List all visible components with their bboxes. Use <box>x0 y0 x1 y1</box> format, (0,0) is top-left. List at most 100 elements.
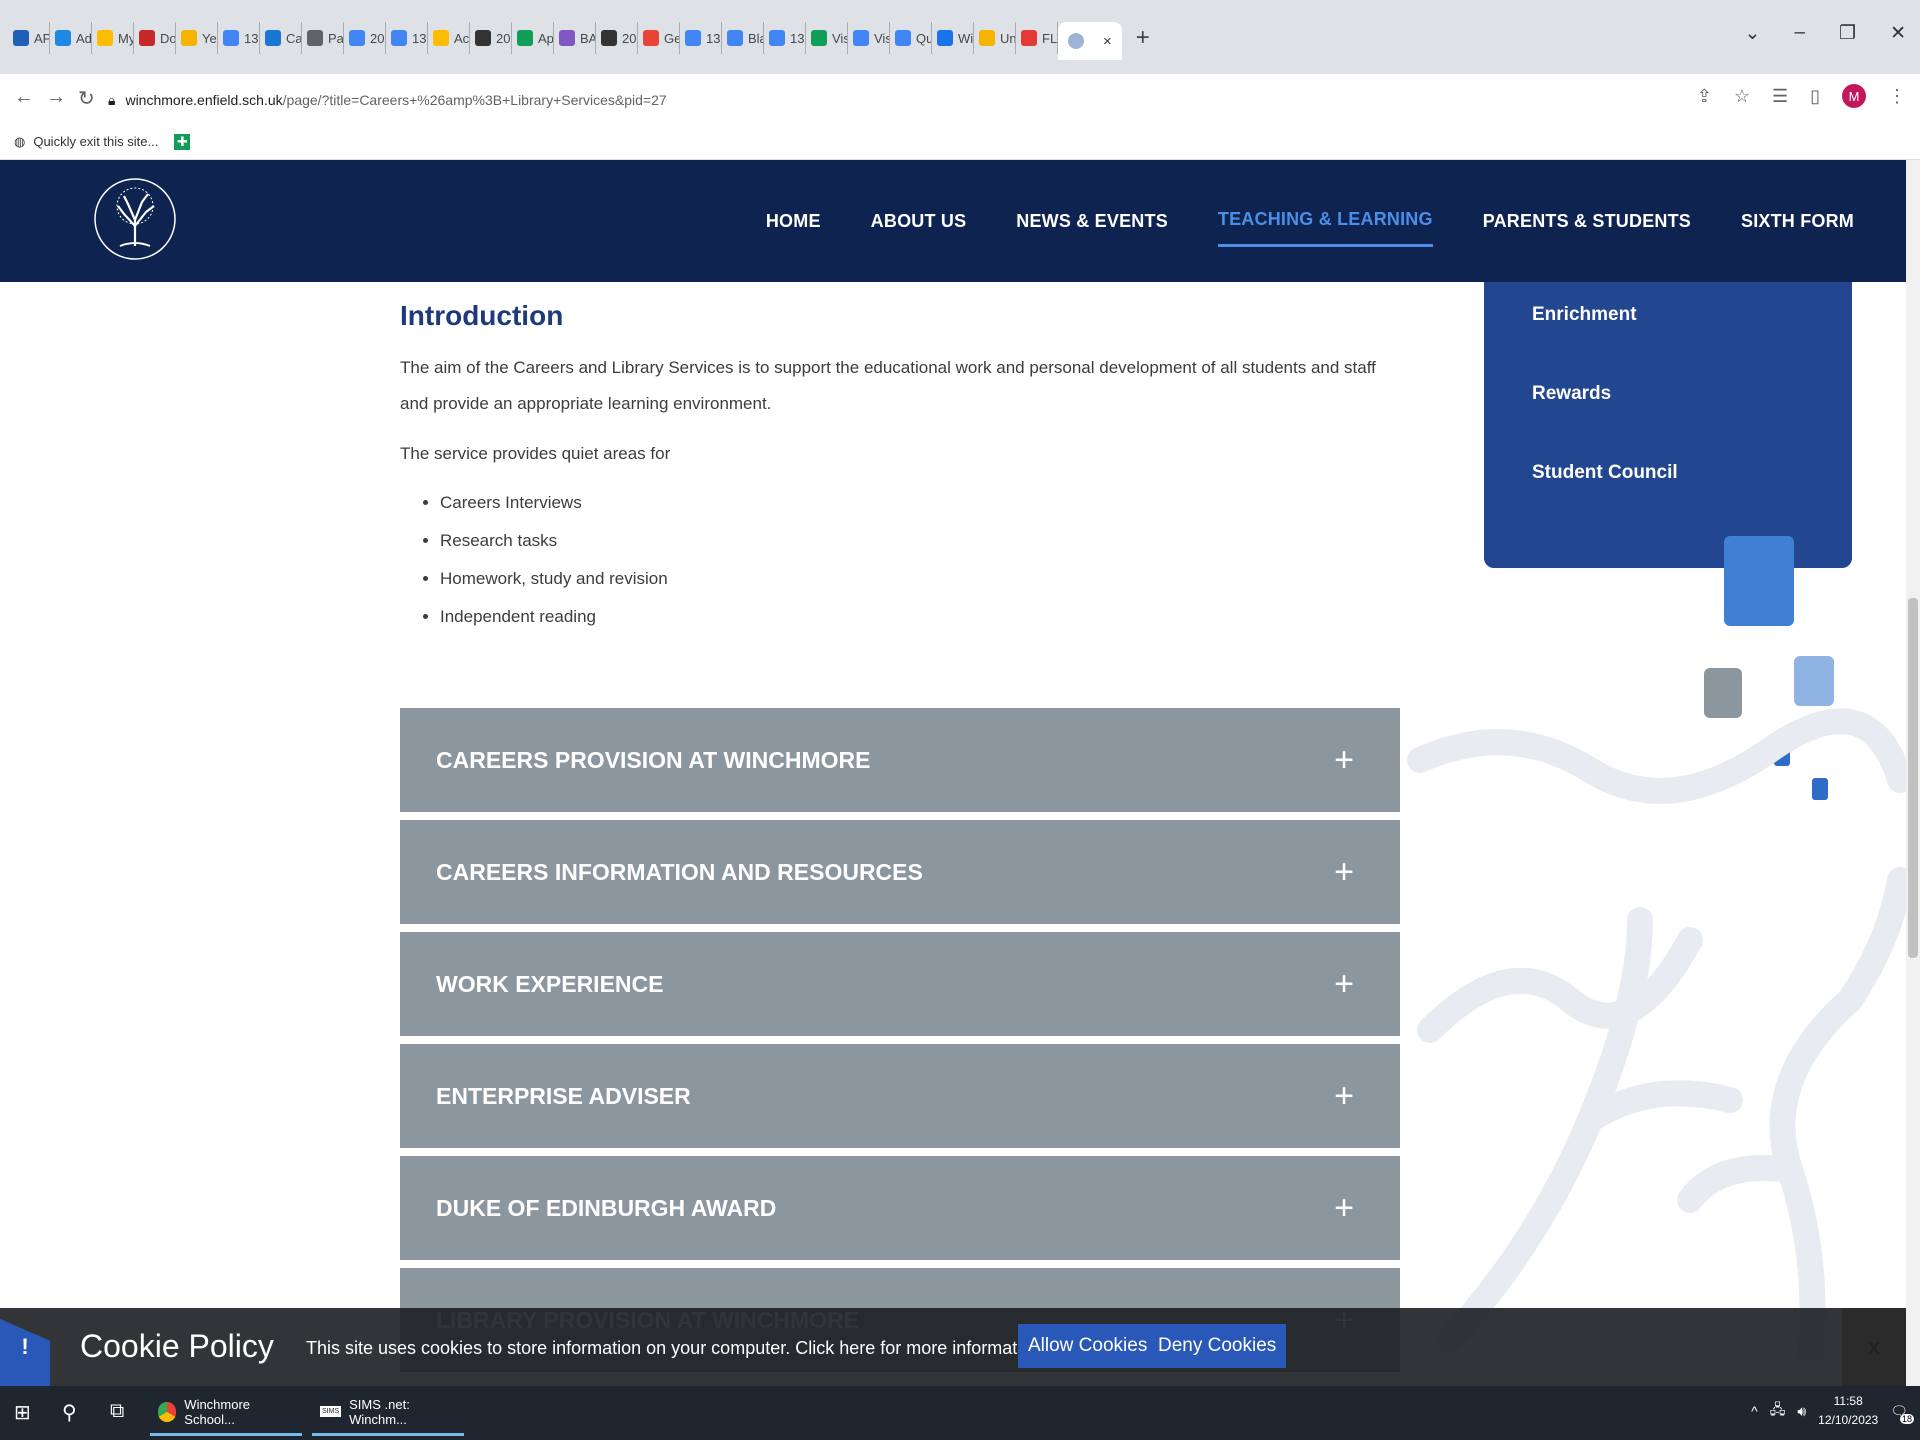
browser-tab[interactable]: Doc <box>134 22 176 54</box>
browser-tab[interactable]: App <box>512 22 554 54</box>
browser-tab[interactable]: My I <box>92 22 134 54</box>
restore-icon[interactable]: ❐ <box>1839 22 1856 45</box>
browser-tab[interactable]: Blac <box>722 22 764 54</box>
page-scrollbar[interactable] <box>1906 160 1920 1386</box>
tab-favicon-icon <box>559 30 575 46</box>
tab-favicon-icon <box>223 30 239 46</box>
browser-tab[interactable]: Unti <box>974 22 1016 54</box>
tab-label: Visit <box>832 30 847 46</box>
accordion-item[interactable]: DUKE OF EDINBURGH AWARD + <box>400 1156 1400 1260</box>
tab-favicon-icon <box>811 30 827 46</box>
profile-avatar[interactable]: M <box>1842 84 1866 108</box>
browser-tab[interactable]: 13 1 <box>680 22 722 54</box>
browser-tab[interactable]: Calc <box>260 22 302 54</box>
back-icon[interactable]: ← <box>14 86 34 109</box>
browser-toolbar: ← → ↻ 🔒︎ winchmore.enfield.sch.uk/page/?… <box>0 74 1920 124</box>
tab-favicon-icon <box>727 30 743 46</box>
scrollbar-thumb[interactable] <box>1908 598 1918 958</box>
browser-tab[interactable]: 202 <box>470 22 512 54</box>
tab-label: Unti <box>1000 30 1016 46</box>
browser-tab[interactable]: BAN <box>554 22 596 54</box>
clock[interactable]: 11:58 12/10/2023 <box>1818 1392 1878 1430</box>
nav-item[interactable]: HOME <box>766 211 821 246</box>
expand-plus-icon[interactable]: + <box>1334 1189 1354 1228</box>
side-panel-icon[interactable]: ▯ <box>1810 86 1820 107</box>
side-menu-item[interactable]: Enrichment <box>1532 294 1852 373</box>
nav-item[interactable]: SIXTH FORM <box>1741 211 1854 246</box>
tab-label: App <box>538 30 554 46</box>
notifications-icon[interactable]: 🗨︎ 18 <box>1890 1403 1914 1424</box>
menu-kebab-icon[interactable]: ⋮ <box>1888 86 1906 107</box>
browser-tab[interactable]: 13 1 <box>218 22 260 54</box>
browser-tab[interactable]: Payr <box>302 22 344 54</box>
volume-icon[interactable]: 🔊︎ <box>1797 1403 1806 1420</box>
bookmark-star-icon[interactable]: ☆ <box>1734 86 1750 107</box>
taskbar-chrome-app[interactable]: Winchmore School... <box>150 1390 302 1436</box>
network-icon[interactable]: 🖧︎ <box>1770 1399 1786 1423</box>
cookie-close-button[interactable]: x <box>1842 1308 1906 1386</box>
accordion-item[interactable]: WORK EXPERIENCE + <box>400 932 1400 1036</box>
new-tab-button[interactable]: + <box>1136 24 1150 52</box>
side-menu-item[interactable]: Rewards <box>1532 373 1852 452</box>
expand-plus-icon[interactable]: + <box>1334 965 1354 1004</box>
minimize-icon[interactable]: – <box>1794 22 1805 45</box>
url-host: winchmore.enfield.sch.uk <box>125 92 283 108</box>
search-icon[interactable]: ⚲ <box>62 1400 77 1425</box>
browser-tab[interactable]: Accc <box>428 22 470 54</box>
browser-tab[interactable]: 200 <box>344 22 386 54</box>
green-plus-bookmark-icon[interactable]: ✚ <box>174 133 191 150</box>
tab-search-icon[interactable]: ⌄ <box>1745 22 1761 45</box>
tab-favicon-icon <box>895 30 911 46</box>
task-view-icon[interactable]: ⧉ <box>110 1400 124 1423</box>
expand-plus-icon[interactable]: + <box>1334 741 1354 780</box>
share-icon[interactable]: ⇪ <box>1697 86 1712 107</box>
nav-item[interactable]: ABOUT US <box>871 211 967 246</box>
browser-tab[interactable]: Que <box>890 22 932 54</box>
deny-cookies-button[interactable]: Deny Cookies <box>1148 1324 1287 1368</box>
main-navigation: HOME ABOUT US NEWS & EVENTS TEACHING & LEAR… <box>766 160 1854 282</box>
browser-tab[interactable]: Visit <box>848 22 890 54</box>
browser-tab[interactable]: 13 1 <box>764 22 806 54</box>
address-bar[interactable]: 🔒︎ winchmore.enfield.sch.uk/page/?title=… <box>108 82 1708 118</box>
school-logo[interactable] <box>90 174 180 264</box>
browser-tab[interactable]: Win <box>932 22 974 54</box>
tab-favicon-icon <box>769 30 785 46</box>
browser-tab[interactable]: Visit <box>806 22 848 54</box>
clock-time: 11:58 <box>1833 1394 1863 1408</box>
accordion-item[interactable]: CAREERS INFORMATION AND RESOURCES + <box>400 820 1400 924</box>
allow-cookies-button[interactable]: Allow Cookies <box>1018 1324 1158 1368</box>
side-menu-item[interactable]: Student Council <box>1532 452 1852 531</box>
accordion-item[interactable]: ENTERPRISE ADVISER + <box>400 1044 1400 1148</box>
background-tree-illustration <box>1407 708 1906 1360</box>
expand-plus-icon[interactable]: + <box>1334 853 1354 892</box>
taskbar-sims-app[interactable]: SIMS SIMS .net: Winchm... <box>312 1390 464 1436</box>
bookmark-quick-exit[interactable]: Quickly exit this site... <box>33 134 158 149</box>
cookie-info-link[interactable]: This site uses cookies to store informat… <box>306 1338 1041 1359</box>
browser-tab[interactable]: Get <box>638 22 680 54</box>
forward-icon[interactable]: → <box>46 86 66 109</box>
browser-tab[interactable]: Year <box>176 22 218 54</box>
browser-tab[interactable]: 13 1 <box>386 22 428 54</box>
accordion-item[interactable]: CAREERS PROVISION AT WINCHMORE + <box>400 708 1400 812</box>
clock-date: 12/10/2023 <box>1818 1413 1879 1427</box>
browser-tab[interactable]: Adv <box>50 22 92 54</box>
tab-close-icon[interactable]: × <box>1103 33 1112 50</box>
tab-label: BAN <box>580 30 595 46</box>
tab-label: Doc <box>160 30 176 46</box>
browser-tab[interactable]: FLYI <box>1016 22 1058 54</box>
tray-chevron-icon[interactable]: ^ <box>1751 1403 1758 1419</box>
nav-item[interactable]: PARENTS & STUDENTS <box>1483 211 1691 246</box>
bookmarks-bar: ◍ Quickly exit this site... ✚ <box>0 124 1920 160</box>
browser-tab[interactable]: APP <box>8 22 50 54</box>
nav-item[interactable]: TEACHING & LEARNING <box>1217 209 1433 247</box>
window-close-icon[interactable]: ✕ <box>1890 22 1906 45</box>
expand-plus-icon[interactable]: + <box>1334 1077 1354 1116</box>
reading-list-icon[interactable]: ☰ <box>1772 86 1788 107</box>
reload-icon[interactable]: ↻ <box>78 86 95 111</box>
windows-start-icon[interactable]: ⊞ <box>14 1400 31 1425</box>
browser-tab-active[interactable]: × <box>1058 22 1122 60</box>
accordion-title: CAREERS PROVISION AT WINCHMORE <box>436 746 871 773</box>
nav-item[interactable]: NEWS & EVENTS <box>1016 211 1168 246</box>
browser-tab[interactable]: 202 <box>596 22 638 54</box>
window-controls: ⌄ – ❐ ✕ <box>1745 22 1906 45</box>
